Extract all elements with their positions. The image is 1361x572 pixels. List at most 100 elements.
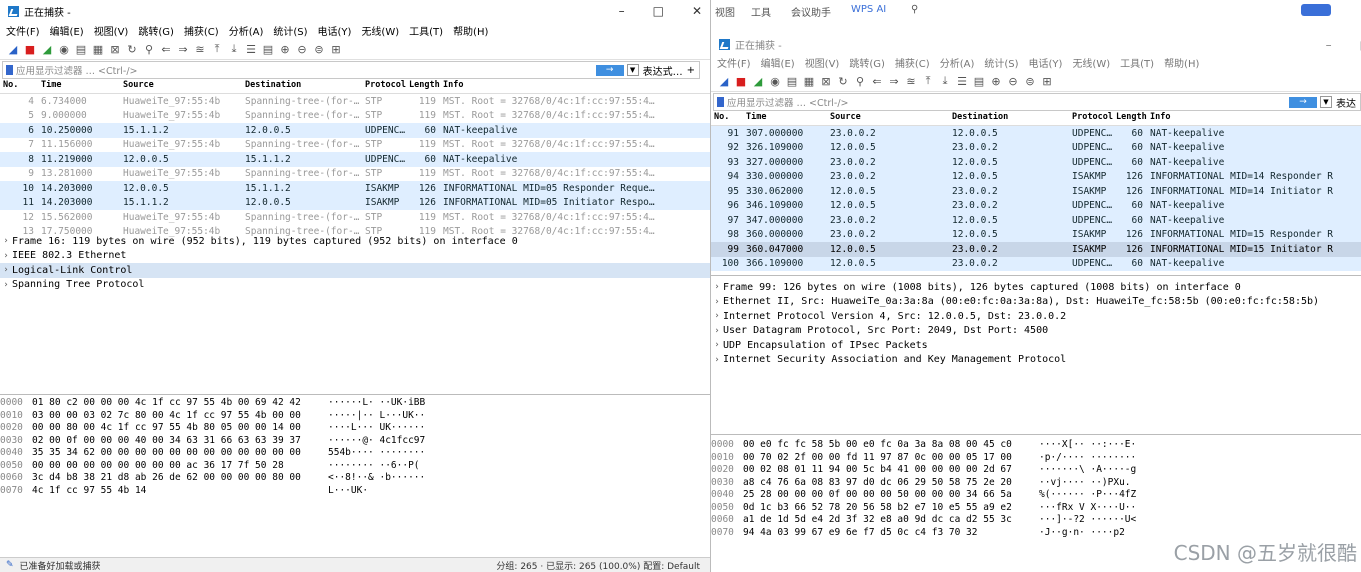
right-menu-item[interactable]: 无线(W): [1072, 55, 1110, 70]
right-column-header[interactable]: No.: [711, 112, 743, 125]
right-menu-item[interactable]: 跳转(G): [849, 55, 885, 70]
left-hex-row[interactable]: 0000 01 80 c2 00 00 00 4c 1f cc 97 55 4b …: [0, 397, 710, 410]
right-packet-row[interactable]: 96 346.109000 12.0.0.5 23.0.0.2 UDPENC… 60 NAT…: [711, 198, 1361, 213]
right-resize-columns-icon[interactable]: ⊞: [1040, 74, 1054, 88]
restart-capture-icon[interactable]: ◢: [40, 42, 54, 56]
close-icon[interactable]: ✕: [692, 4, 702, 18]
right-minimize-icon[interactable]: –: [1326, 38, 1332, 52]
right-packet-details[interactable]: › Frame 99: 126 bytes on wire (1008 bits)…: [711, 276, 1361, 435]
right-packet-row[interactable]: 93 327.000000 23.0.0.2 12.0.0.5 UDPENC… 60 NAT…: [711, 155, 1361, 170]
right-reload-file-icon[interactable]: ↻: [836, 74, 850, 88]
last-packet-icon[interactable]: ⤓: [227, 42, 241, 56]
left-display-filter[interactable]: 应用显示过滤器 … <Ctrl-/> → ▼ 表达式… +: [2, 61, 700, 79]
right-save-file-icon[interactable]: ▦: [802, 74, 816, 88]
right-detail-row[interactable]: › Ethernet II, Src: HuaweiTe_0a:3a:8a (00…: [711, 295, 1361, 310]
right-detail-row[interactable]: › Frame 99: 126 bytes on wire (1008 bits)…: [711, 280, 1361, 295]
right-menu-item[interactable]: 文件(F): [717, 55, 751, 70]
left-detail-row[interactable]: › Frame 16: 119 bytes on wire (952 bits),…: [0, 234, 710, 249]
left-detail-row[interactable]: › Spanning Tree Protocol: [0, 278, 710, 293]
expand-chevron-icon[interactable]: ›: [0, 265, 12, 275]
left-hex-row[interactable]: 0010 03 00 00 03 02 7c 80 00 4c 1f cc 97 …: [0, 410, 710, 423]
right-display-filter[interactable]: 应用显示过滤器 … <Ctrl-/> → ▼ 表达: [713, 93, 1361, 111]
right-packet-row[interactable]: 99 360.047000 12.0.0.5 23.0.0.2 ISAKMP 126 INF…: [711, 242, 1361, 257]
left-packet-row[interactable]: 9 13.281000 HuaweiTe_97:55:4b Spanning-tree…: [0, 166, 710, 181]
left-column-header[interactable]: Length: [406, 80, 440, 93]
right-column-header[interactable]: Time: [743, 112, 827, 125]
expand-chevron-icon[interactable]: ›: [711, 311, 723, 321]
expand-chevron-icon[interactable]: ›: [711, 282, 723, 292]
right-hex-ascii[interactable]: ·p·/···· ········: [1039, 452, 1136, 465]
left-menu-item[interactable]: 统计(S): [273, 23, 307, 38]
left-menu-item[interactable]: 帮助(H): [453, 23, 488, 38]
left-packet-details[interactable]: › Frame 16: 119 bytes on wire (952 bits),…: [0, 234, 710, 395]
right-stop-capture-icon[interactable]: ■: [734, 74, 748, 88]
left-menu-item[interactable]: 编辑(E): [50, 23, 84, 38]
right-packet-list[interactable]: No. Time Source Destination Protocol Length In…: [711, 112, 1361, 276]
right-column-header[interactable]: Length: [1113, 112, 1147, 125]
right-find-packet-icon[interactable]: ⚲: [853, 74, 867, 88]
left-packet-row[interactable]: 11 14.203000 15.1.1.2 12.0.0.5 ISAKMP 126 INFO…: [0, 195, 710, 210]
right-packet-row[interactable]: 92 326.109000 12.0.0.5 23.0.0.2 UDPENC… 60 NAT…: [711, 140, 1361, 155]
left-column-header[interactable]: Protocol: [362, 80, 406, 93]
right-capture-options-icon[interactable]: ◉: [768, 74, 782, 88]
right-menu-item[interactable]: 捕获(C): [895, 55, 930, 70]
left-hex-row[interactable]: 0020 00 00 80 00 4c 1f cc 97 55 4b 80 05 …: [0, 422, 710, 435]
right-hex-row[interactable]: 0030 a8 c4 76 6a 08 83 97 d0 dc 06 29 50 …: [711, 477, 1361, 490]
right-hex-ascii[interactable]: ···fRx V X····U··: [1039, 502, 1136, 515]
filter-dropdown-icon[interactable]: ▼: [626, 64, 639, 76]
right-zoom-out-icon[interactable]: ⊖: [1006, 74, 1020, 88]
left-hex-bytes[interactable]: 4c 1f cc 97 55 4b 14: [32, 485, 328, 498]
right-hex-bytes[interactable]: 25 28 00 00 00 0f 00 00 00 50 00 00 00 3…: [743, 489, 1039, 502]
expand-chevron-icon[interactable]: ›: [711, 340, 723, 350]
find-packet-icon[interactable]: ⚲: [142, 42, 156, 56]
right-hex-ascii[interactable]: ··vj···· ··)PXu.: [1039, 477, 1131, 490]
right-hex-row[interactable]: 0040 25 28 00 00 00 0f 00 00 00 50 00 00 …: [711, 489, 1361, 502]
right-go-forward-icon[interactable]: ⇒: [887, 74, 901, 88]
close-file-icon[interactable]: ⊠: [108, 42, 122, 56]
right-bookmark-icon[interactable]: [717, 97, 724, 107]
right-filter-dropdown-icon[interactable]: ▼: [1320, 96, 1332, 108]
left-hex-bytes[interactable]: 01 80 c2 00 00 00 4c 1f cc 97 55 4b 00 6…: [32, 397, 328, 410]
left-packet-row[interactable]: 4 6.734000 HuaweiTe_97:55:4b Spanning-tree-…: [0, 94, 710, 109]
left-packet-row[interactable]: 5 9.000000 HuaweiTe_97:55:4b Spanning-tree-…: [0, 108, 710, 123]
left-hex-row[interactable]: 0030 02 00 0f 00 00 00 40 00 34 63 31 66 …: [0, 435, 710, 448]
right-hex-row[interactable]: 0060 a1 de 1d 5d e4 2d 3f 32 e8 a0 9d dc …: [711, 514, 1361, 527]
left-hex-row[interactable]: 0040 35 35 34 62 00 00 00 00 00 00 00 00 …: [0, 447, 710, 460]
right-hex-row[interactable]: 0050 0d 1c b3 66 52 78 20 56 58 b2 e7 10 …: [711, 502, 1361, 515]
left-hex-bytes[interactable]: 00 00 00 00 00 00 00 00 00 ac 36 17 7f 5…: [32, 460, 328, 473]
right-hex-bytes[interactable]: a1 de 1d 5d e4 2d 3f 32 e8 a0 9d dc ca d…: [743, 514, 1039, 527]
right-open-file-icon[interactable]: ▤: [785, 74, 799, 88]
right-column-header[interactable]: Info: [1147, 112, 1347, 125]
left-hex-ascii[interactable]: ······L· ··UK·iBB: [328, 397, 425, 410]
right-menu-item[interactable]: 视图(V): [805, 55, 840, 70]
expand-chevron-icon[interactable]: ›: [711, 355, 723, 365]
left-hex-ascii[interactable]: ······@· 4c1fcc97: [328, 435, 425, 448]
right-hex-bytes[interactable]: 00 02 08 01 11 94 00 5c b4 41 00 00 00 0…: [743, 464, 1039, 477]
left-column-header[interactable]: Source: [120, 80, 242, 93]
left-hex-ascii[interactable]: <··8!··& ·b······: [328, 472, 425, 485]
right-apply-filter-button[interactable]: →: [1289, 96, 1317, 108]
left-packet-row[interactable]: 8 11.219000 12.0.0.5 15.1.1.2 UDPENC… 60 NAT-k…: [0, 152, 710, 167]
open-file-icon[interactable]: ▤: [74, 42, 88, 56]
right-restart-capture-icon[interactable]: ◢: [751, 74, 765, 88]
right-column-header[interactable]: Destination: [949, 112, 1069, 125]
left-hex-ascii[interactable]: ····L··· UK······: [328, 422, 425, 435]
left-hex-ascii[interactable]: L···UK·: [328, 485, 368, 498]
left-packet-row[interactable]: 6 10.250000 15.1.1.2 12.0.0.5 UDPENC… 60 NAT-k…: [0, 123, 710, 138]
right-hex-row[interactable]: 0000 00 e0 fc fc 58 5b 00 e0 fc 0a 3a 8a …: [711, 439, 1361, 452]
go-back-icon[interactable]: ⇐: [159, 42, 173, 56]
go-to-packet-icon[interactable]: ≊: [193, 42, 207, 56]
right-normal-size-icon[interactable]: ⊜: [1023, 74, 1037, 88]
left-detail-row[interactable]: › IEEE 802.3 Ethernet: [0, 249, 710, 264]
reload-file-icon[interactable]: ↻: [125, 42, 139, 56]
zoom-in-icon[interactable]: ⊕: [278, 42, 292, 56]
left-hex-row[interactable]: 0060 3c d4 b8 38 21 d8 ab 26 de 62 00 00 …: [0, 472, 710, 485]
right-packet-row[interactable]: 97 347.000000 23.0.0.2 12.0.0.5 UDPENC… 60 NAT…: [711, 213, 1361, 228]
left-hex-row[interactable]: 0070 4c 1f cc 97 55 4b 14 L···UK·: [0, 485, 710, 498]
right-packet-row[interactable]: 100 366.109000 12.0.0.5 23.0.0.2 UDPENC… 60 NA…: [711, 256, 1361, 271]
left-hex-row[interactable]: 0050 00 00 00 00 00 00 00 00 00 ac 36 17 …: [0, 460, 710, 473]
right-zoom-in-icon[interactable]: ⊕: [989, 74, 1003, 88]
right-detail-row[interactable]: › Internet Security Association and Key M…: [711, 353, 1361, 368]
right-hex-bytes[interactable]: 0d 1c b3 66 52 78 20 56 58 b2 e7 10 e5 5…: [743, 502, 1039, 515]
maximize-icon[interactable]: □: [653, 4, 664, 18]
